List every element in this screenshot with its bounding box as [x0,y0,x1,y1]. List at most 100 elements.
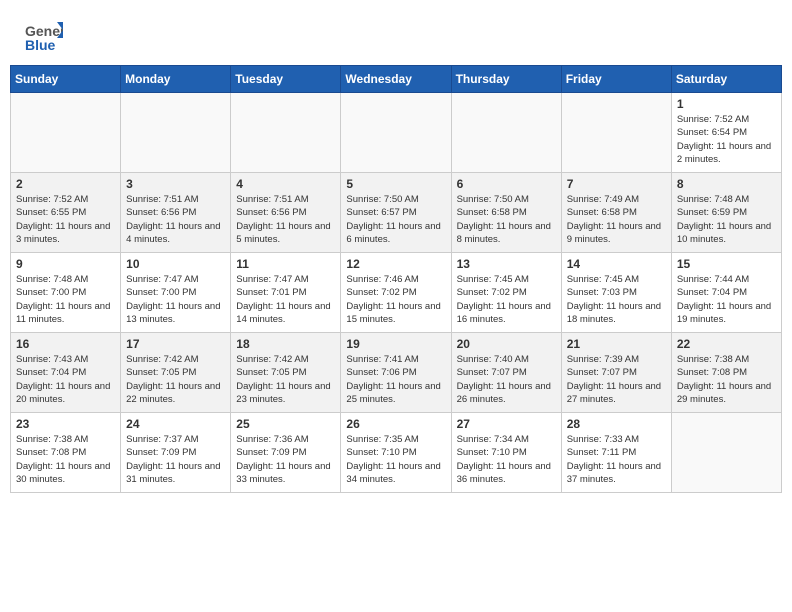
calendar-week-row: 2 Sunrise: 7:52 AMSunset: 6:55 PMDaylight… [11,173,782,253]
weekday-header-wednesday: Wednesday [341,66,451,93]
day-info: Sunrise: 7:50 AMSunset: 6:58 PMDaylight:… [457,193,556,246]
calendar-cell [231,93,341,173]
day-number: 2 [16,177,115,191]
calendar-cell [341,93,451,173]
day-number: 23 [16,417,115,431]
calendar-cell: 5 Sunrise: 7:50 AMSunset: 6:57 PMDaylight… [341,173,451,253]
day-info: Sunrise: 7:38 AMSunset: 7:08 PMDaylight:… [677,353,776,406]
calendar-table: SundayMondayTuesdayWednesdayThursdayFrid… [10,65,782,493]
day-number: 12 [346,257,445,271]
day-info: Sunrise: 7:45 AMSunset: 7:03 PMDaylight:… [567,273,666,326]
day-number: 16 [16,337,115,351]
day-info: Sunrise: 7:49 AMSunset: 6:58 PMDaylight:… [567,193,666,246]
calendar-cell: 28 Sunrise: 7:33 AMSunset: 7:11 PMDayligh… [561,413,671,493]
calendar-week-row: 9Sunrise: 7:48 AMSunset: 7:00 PMDaylight… [11,253,782,333]
day-number: 28 [567,417,666,431]
calendar-cell: 26 Sunrise: 7:35 AMSunset: 7:10 PMDayligh… [341,413,451,493]
day-info: Sunrise: 7:52 AMSunset: 6:55 PMDaylight:… [16,193,115,246]
calendar-cell: 13Sunrise: 7:45 AMSunset: 7:02 PMDayligh… [451,253,561,333]
calendar-cell: 11Sunrise: 7:47 AMSunset: 7:01 PMDayligh… [231,253,341,333]
day-number: 13 [457,257,556,271]
day-info: Sunrise: 7:47 AMSunset: 7:01 PMDaylight:… [236,273,335,326]
day-number: 17 [126,337,225,351]
calendar-cell: 23 Sunrise: 7:38 AMSunset: 7:08 PMDayligh… [11,413,121,493]
calendar-cell: 20Sunrise: 7:40 AMSunset: 7:07 PMDayligh… [451,333,561,413]
weekday-header-thursday: Thursday [451,66,561,93]
day-number: 3 [126,177,225,191]
day-info: Sunrise: 7:51 AMSunset: 6:56 PMDaylight:… [236,193,335,246]
day-info: Sunrise: 7:42 AMSunset: 7:05 PMDaylight:… [236,353,335,406]
calendar-cell: 21 Sunrise: 7:39 AMSunset: 7:07 PMDayligh… [561,333,671,413]
day-info: Sunrise: 7:47 AMSunset: 7:00 PMDaylight:… [126,273,225,326]
calendar-cell: 1 Sunrise: 7:52 AMSunset: 6:54 PMDaylight… [671,93,781,173]
day-number: 25 [236,417,335,431]
day-info: Sunrise: 7:36 AMSunset: 7:09 PMDaylight:… [236,433,335,486]
page-header: General Blue [10,10,782,57]
calendar-cell: 12 Sunrise: 7:46 AMSunset: 7:02 PMDayligh… [341,253,451,333]
calendar-cell [561,93,671,173]
day-number: 20 [457,337,556,351]
calendar-cell: 18 Sunrise: 7:42 AMSunset: 7:05 PMDayligh… [231,333,341,413]
calendar-cell: 15 Sunrise: 7:44 AMSunset: 7:04 PMDayligh… [671,253,781,333]
calendar-cell: 4 Sunrise: 7:51 AMSunset: 6:56 PMDaylight… [231,173,341,253]
calendar-cell: 24 Sunrise: 7:37 AMSunset: 7:09 PMDayligh… [121,413,231,493]
calendar-cell: 17 Sunrise: 7:42 AMSunset: 7:05 PMDayligh… [121,333,231,413]
logo-icon: General Blue [25,20,63,52]
calendar-cell: 3 Sunrise: 7:51 AMSunset: 6:56 PMDaylight… [121,173,231,253]
calendar-cell: 8 Sunrise: 7:48 AMSunset: 6:59 PMDaylight… [671,173,781,253]
day-number: 26 [346,417,445,431]
calendar-cell: 9Sunrise: 7:48 AMSunset: 7:00 PMDaylight… [11,253,121,333]
day-info: Sunrise: 7:52 AMSunset: 6:54 PMDaylight:… [677,113,776,166]
day-number: 21 [567,337,666,351]
day-info: Sunrise: 7:46 AMSunset: 7:02 PMDaylight:… [346,273,445,326]
day-number: 7 [567,177,666,191]
day-number: 15 [677,257,776,271]
calendar-cell: 25 Sunrise: 7:36 AMSunset: 7:09 PMDayligh… [231,413,341,493]
day-info: Sunrise: 7:42 AMSunset: 7:05 PMDaylight:… [126,353,225,406]
day-number: 4 [236,177,335,191]
calendar-week-row: 16 Sunrise: 7:43 AMSunset: 7:04 PMDayligh… [11,333,782,413]
logo: General Blue [25,20,63,52]
calendar-cell: 22 Sunrise: 7:38 AMSunset: 7:08 PMDayligh… [671,333,781,413]
calendar-cell: 19 Sunrise: 7:41 AMSunset: 7:06 PMDayligh… [341,333,451,413]
day-info: Sunrise: 7:37 AMSunset: 7:09 PMDaylight:… [126,433,225,486]
weekday-header-friday: Friday [561,66,671,93]
calendar-cell: 27 Sunrise: 7:34 AMSunset: 7:10 PMDayligh… [451,413,561,493]
weekday-header-sunday: Sunday [11,66,121,93]
day-info: Sunrise: 7:34 AMSunset: 7:10 PMDaylight:… [457,433,556,486]
day-info: Sunrise: 7:48 AMSunset: 6:59 PMDaylight:… [677,193,776,246]
day-info: Sunrise: 7:33 AMSunset: 7:11 PMDaylight:… [567,433,666,486]
day-number: 6 [457,177,556,191]
calendar-cell [451,93,561,173]
day-number: 5 [346,177,445,191]
weekday-header-row: SundayMondayTuesdayWednesdayThursdayFrid… [11,66,782,93]
calendar-cell: 14 Sunrise: 7:45 AMSunset: 7:03 PMDayligh… [561,253,671,333]
calendar-cell: 7 Sunrise: 7:49 AMSunset: 6:58 PMDaylight… [561,173,671,253]
calendar-week-row: 1 Sunrise: 7:52 AMSunset: 6:54 PMDaylight… [11,93,782,173]
day-number: 1 [677,97,776,111]
svg-text:Blue: Blue [25,37,56,52]
calendar-cell: 2 Sunrise: 7:52 AMSunset: 6:55 PMDaylight… [11,173,121,253]
calendar-week-row: 23 Sunrise: 7:38 AMSunset: 7:08 PMDayligh… [11,413,782,493]
day-info: Sunrise: 7:51 AMSunset: 6:56 PMDaylight:… [126,193,225,246]
day-number: 10 [126,257,225,271]
day-info: Sunrise: 7:38 AMSunset: 7:08 PMDaylight:… [16,433,115,486]
day-info: Sunrise: 7:39 AMSunset: 7:07 PMDaylight:… [567,353,666,406]
day-number: 27 [457,417,556,431]
day-number: 8 [677,177,776,191]
day-number: 14 [567,257,666,271]
day-info: Sunrise: 7:50 AMSunset: 6:57 PMDaylight:… [346,193,445,246]
day-number: 22 [677,337,776,351]
calendar-cell [121,93,231,173]
day-info: Sunrise: 7:43 AMSunset: 7:04 PMDaylight:… [16,353,115,406]
day-number: 18 [236,337,335,351]
day-number: 9 [16,257,115,271]
calendar-cell: 10 Sunrise: 7:47 AMSunset: 7:00 PMDayligh… [121,253,231,333]
day-info: Sunrise: 7:41 AMSunset: 7:06 PMDaylight:… [346,353,445,406]
day-number: 19 [346,337,445,351]
day-info: Sunrise: 7:44 AMSunset: 7:04 PMDaylight:… [677,273,776,326]
calendar-cell [11,93,121,173]
day-number: 24 [126,417,225,431]
weekday-header-tuesday: Tuesday [231,66,341,93]
day-info: Sunrise: 7:35 AMSunset: 7:10 PMDaylight:… [346,433,445,486]
